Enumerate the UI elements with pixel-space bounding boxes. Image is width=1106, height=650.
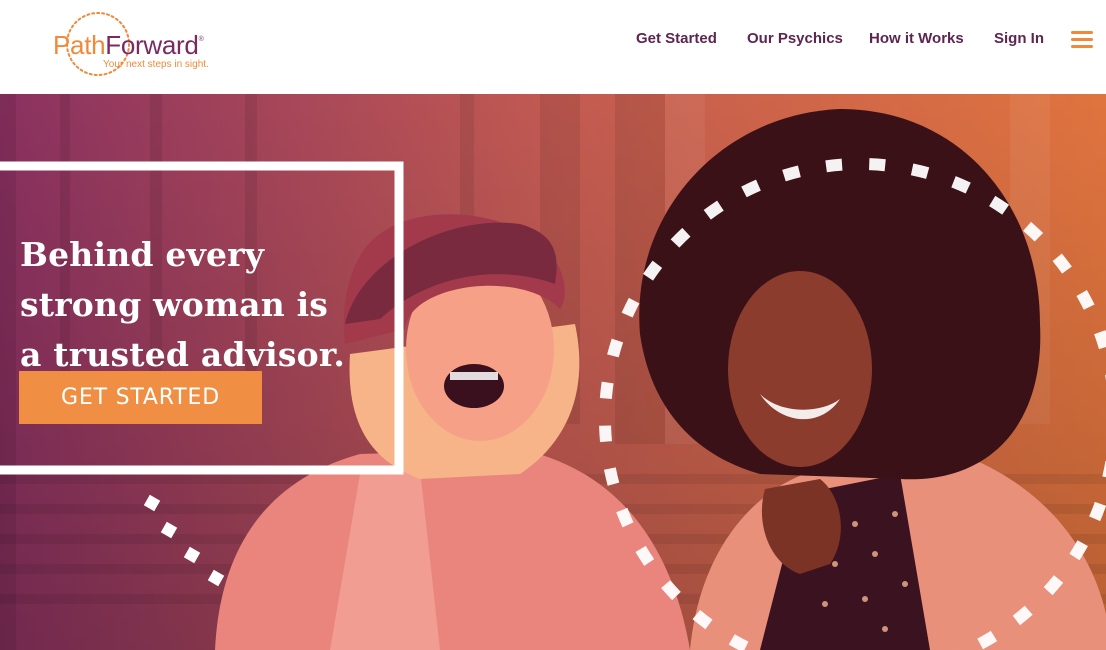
hero-banner: Behind every strong woman is a trusted a… bbox=[0, 94, 1106, 650]
headline-line-2: strong woman is bbox=[20, 285, 329, 325]
get-started-button[interactable]: GET STARTED bbox=[19, 371, 262, 424]
hero-headline: Behind every strong woman is a trusted a… bbox=[20, 230, 400, 380]
pathforward-logo[interactable]: PathForward® Your next steps in sight. bbox=[50, 6, 240, 76]
nav-sign-in[interactable]: Sign In bbox=[994, 30, 1044, 47]
logo-wordmark: PathForward® bbox=[53, 30, 204, 60]
nav-our-psychics[interactable]: Our Psychics bbox=[747, 30, 843, 47]
hamburger-icon[interactable] bbox=[1071, 31, 1093, 49]
site-header: PathForward® Your next steps in sight. G… bbox=[0, 0, 1106, 94]
headline-line-1: Behind every bbox=[20, 235, 265, 275]
logo-tagline: Your next steps in sight. bbox=[103, 59, 209, 70]
nav-get-started[interactable]: Get Started bbox=[636, 30, 717, 47]
nav-how-it-works[interactable]: How it Works bbox=[869, 30, 964, 47]
